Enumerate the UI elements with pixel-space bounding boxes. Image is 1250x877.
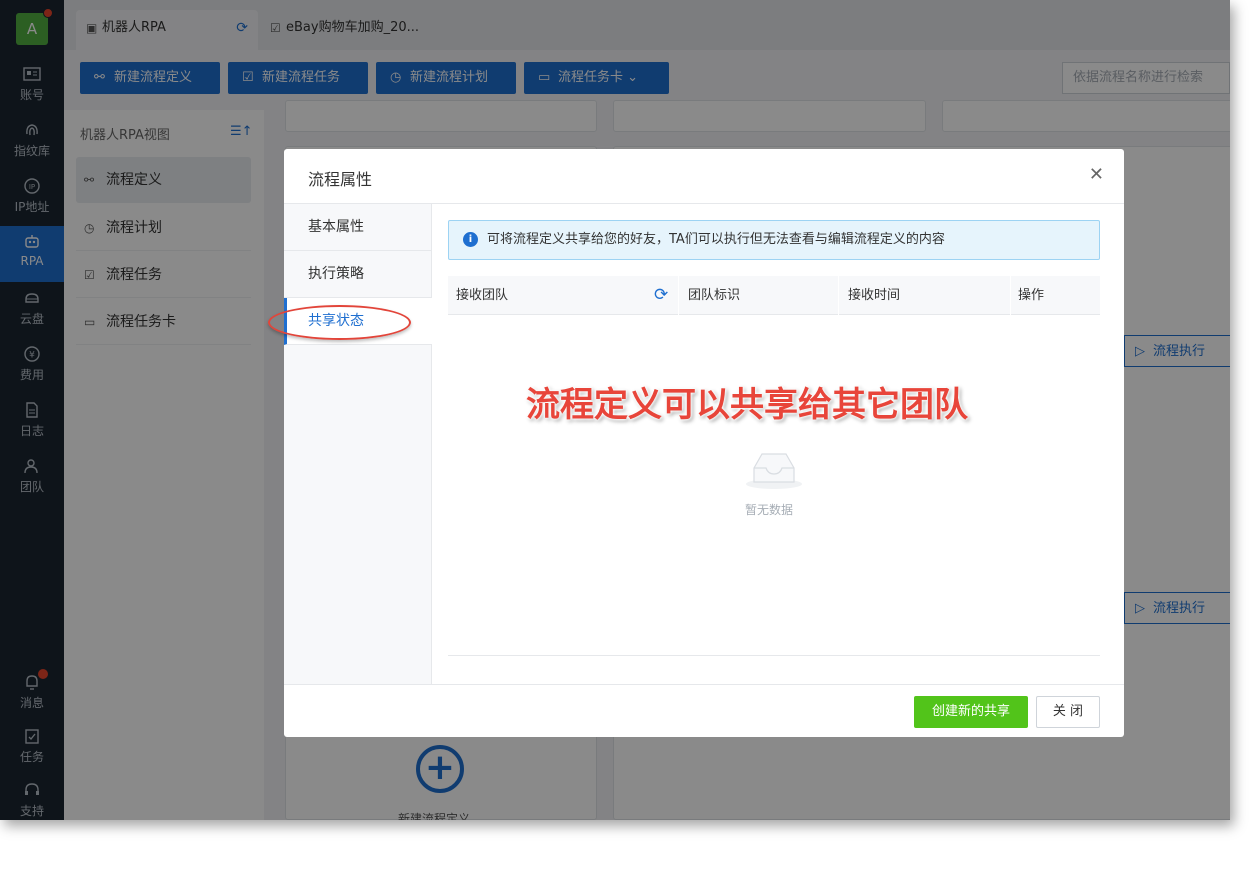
dialog-footer: 创建新的共享 关 闭	[284, 684, 1124, 737]
annotation-caption: 流程定义可以共享给其它团队	[526, 385, 968, 425]
empty-state-text: 暂无数据	[745, 503, 794, 517]
create-share-button[interactable]: 创建新的共享	[914, 696, 1028, 728]
column-receive-time: 接收时间	[848, 288, 901, 303]
empty-inbox-icon	[744, 446, 804, 490]
dialog-nav: 基本属性 执行策略 共享状态	[268, 204, 432, 684]
close-button[interactable]: 关 闭	[1036, 696, 1100, 728]
info-icon: i	[463, 232, 478, 247]
table-divider	[448, 655, 1100, 656]
nav-execution-policy[interactable]: 执行策略	[284, 251, 432, 298]
nav-basic-properties[interactable]: 基本属性	[284, 204, 432, 251]
column-receiving-team: 接收团队	[456, 288, 509, 303]
refresh-icon[interactable]: ⟳	[654, 276, 668, 315]
app-window: A 账号 指纹库 IP IP地址 RPA 云盘 ¥ 费用 日志 团队 消息 任务…	[0, 0, 1230, 820]
highlight-ellipse	[268, 305, 411, 340]
column-divider	[678, 276, 679, 315]
column-divider	[838, 276, 839, 315]
column-actions: 操作	[1018, 288, 1045, 303]
column-team-id: 团队标识	[688, 288, 741, 303]
dialog-title: 流程属性	[308, 170, 373, 189]
flow-properties-dialog: 流程属性 ✕ 基本属性 执行策略 共享状态 i 可将流程定义共享给您的好友，TA…	[268, 149, 1124, 737]
share-table-header: 接收团队 ⟳ 团队标识 接收时间 操作	[448, 276, 1100, 315]
dialog-header: 流程属性 ✕	[284, 149, 1124, 204]
close-icon[interactable]: ✕	[1089, 164, 1104, 185]
info-alert: i 可将流程定义共享给您的好友，TA们可以执行但无法查看与编辑流程定义的内容	[448, 220, 1100, 260]
